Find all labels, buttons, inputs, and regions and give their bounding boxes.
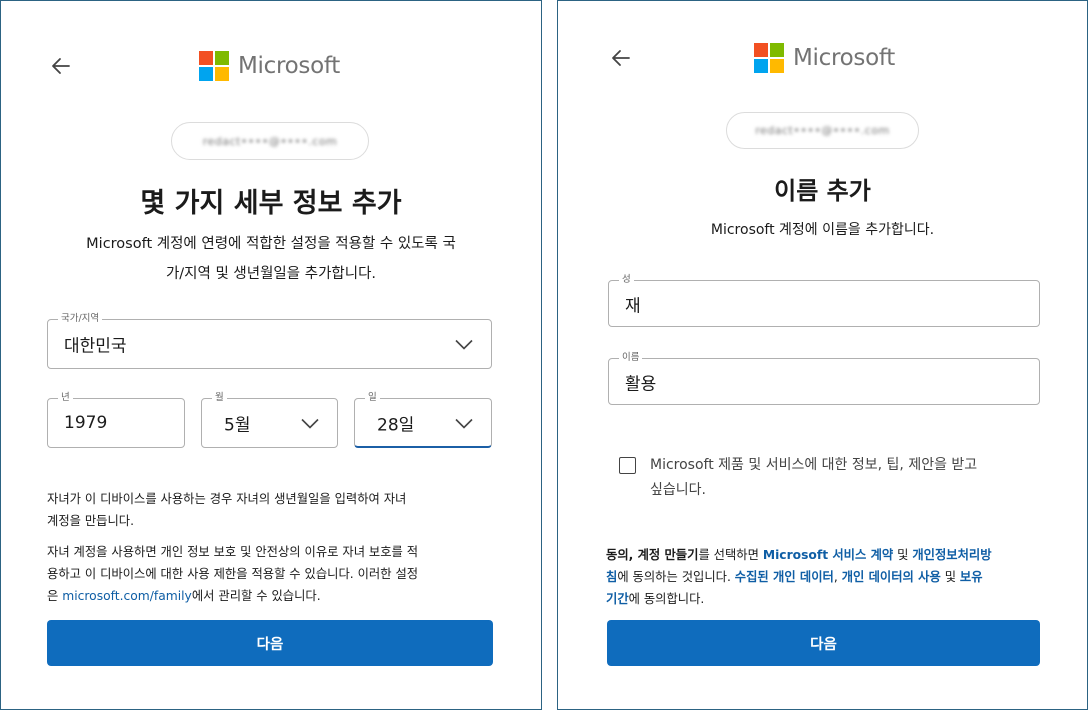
microsoft-logo: Microsoft xyxy=(754,43,895,73)
description-line: Microsoft 계정에 연령에 적합한 설정을 적용할 수 있도록 국 xyxy=(86,236,456,252)
first-name-label: 이름 xyxy=(619,351,643,365)
next-button[interactable]: 다음 xyxy=(607,620,1040,666)
note-line: 용하고 이 디바이스에 대한 사용 제한을 적용할 수 있습니다. 이러한 설정 xyxy=(47,567,419,581)
consent-text-part: 및 xyxy=(893,548,913,562)
family-safety-note: 자녀 계정을 사용하면 개인 정보 보호 및 안전상의 이유로 자녀 보호를 적… xyxy=(47,541,517,607)
next-button[interactable]: 다음 xyxy=(47,620,493,666)
checkbox-label-line: Microsoft 제품 및 서비스에 대한 정보, 팁, 제안을 받고 xyxy=(650,457,978,473)
consent-text-part: 를 선택하면 xyxy=(698,548,763,562)
page-description: Microsoft 계정에 이름을 추가합니다. xyxy=(710,222,935,238)
birth-year-input[interactable]: 년 1979 xyxy=(47,391,185,448)
note-text: 은 xyxy=(47,589,63,603)
last-name-input[interactable]: 성 재 xyxy=(608,273,1040,327)
day-label: 일 xyxy=(365,391,380,405)
microsoft-logo-icon xyxy=(754,43,784,73)
birthdate-panel: Microsoft redact••••@••••.com 몇 가지 세부 정보… xyxy=(0,0,542,710)
back-arrow-icon[interactable] xyxy=(607,44,635,72)
consent-line: 동의, 계정 만들기를 선택하면 Microsoft 서비스 계약 및 개인정보… xyxy=(606,544,1046,566)
country-value: 대한민국 xyxy=(64,336,127,357)
year-label: 년 xyxy=(58,391,73,405)
consent-text-part: 에 동의합니다. xyxy=(628,592,705,606)
logo-wordmark: Microsoft xyxy=(793,45,895,71)
child-account-note: 자녀가 이 디바이스를 사용하는 경우 자녀의 생년월일을 입력하여 자녀 계정… xyxy=(47,488,507,532)
account-email-pill: redact••••@••••.com xyxy=(726,112,919,149)
description-line: 가/지역 및 생년월일을 추가합니다. xyxy=(165,266,377,282)
month-label: 월 xyxy=(212,391,227,405)
consent-text-part: 에 동의하는 것입니다. xyxy=(617,570,735,584)
page-description: Microsoft 계정에 연령에 적합한 설정을 적용할 수 있도록 국 가/… xyxy=(31,229,511,289)
chevron-down-icon xyxy=(301,414,319,433)
note-line: 자녀 계정을 사용하면 개인 정보 보호 및 안전상의 이유로 자녀 보호를 적 xyxy=(47,545,419,559)
account-email: redact••••@••••.com xyxy=(202,134,338,148)
note-text: 에서 관리할 수 있습니다. xyxy=(191,589,321,603)
account-email-pill: redact••••@••••.com xyxy=(171,122,369,160)
marketing-opt-in-checkbox[interactable] xyxy=(619,457,636,474)
birth-month-select[interactable]: 월 5월 xyxy=(201,391,338,448)
name-panel: Microsoft redact••••@••••.com 이름 추가 Micr… xyxy=(557,0,1088,710)
retention-period-link[interactable]: 보유 xyxy=(960,570,983,584)
chevron-down-icon xyxy=(455,335,473,354)
consent-bold: 동의, 계정 만들기 xyxy=(606,548,699,562)
privacy-policy-link[interactable]: 개인정보처리방 xyxy=(912,548,991,562)
note-line: 계정을 만듭니다. xyxy=(47,514,135,528)
note-line: 자녀가 이 디바이스를 사용하는 경우 자녀의 생년월일을 입력하여 자녀 xyxy=(47,492,407,506)
marketing-opt-in-label[interactable]: Microsoft 제품 및 서비스에 대한 정보, 팁, 제안을 받고 싶습니… xyxy=(650,453,1050,503)
page-title: 이름 추가 xyxy=(774,177,871,205)
retention-period-link-cont[interactable]: 기간 xyxy=(606,592,629,606)
family-link[interactable]: microsoft.com/family xyxy=(62,589,192,603)
note-line: 은 microsoft.com/family에서 관리할 수 있습니다. xyxy=(47,585,517,607)
consent-text-part: , xyxy=(833,570,842,584)
birth-day-select[interactable]: 일 28일 xyxy=(354,391,492,448)
privacy-policy-link-cont[interactable]: 침 xyxy=(606,570,617,584)
country-select[interactable]: 국가/지역 대한민국 xyxy=(47,312,492,369)
account-email: redact••••@••••.com xyxy=(755,124,890,137)
chevron-down-icon xyxy=(455,413,473,432)
day-value: 28일 xyxy=(377,415,415,435)
microsoft-logo: Microsoft xyxy=(199,51,340,81)
microsoft-logo-icon xyxy=(199,51,229,81)
consent-line: 침에 동의하는 것입니다. 수집된 개인 데이터, 개인 데이터의 사용 및 보… xyxy=(606,566,1046,588)
first-name-value: 활용 xyxy=(625,374,657,394)
last-name-value: 재 xyxy=(625,296,641,316)
country-label: 국가/지역 xyxy=(58,312,103,326)
consent-text: 동의, 계정 만들기를 선택하면 Microsoft 서비스 계약 및 개인정보… xyxy=(606,544,1046,610)
service-agreement-link[interactable]: Microsoft 서비스 계약 xyxy=(763,548,893,562)
consent-text-part: 및 xyxy=(940,570,960,584)
month-value: 5월 xyxy=(224,415,251,436)
first-name-input[interactable]: 이름 활용 xyxy=(608,351,1040,405)
checkbox-label-line: 싶습니다. xyxy=(650,482,706,498)
back-arrow-icon[interactable] xyxy=(47,52,75,80)
year-value: 1979 xyxy=(64,413,108,433)
consent-line: 기간에 동의합니다. xyxy=(606,588,1046,610)
data-usage-link[interactable]: 개인 데이터의 사용 xyxy=(842,570,941,584)
collected-data-link[interactable]: 수집된 개인 데이터 xyxy=(735,570,834,584)
page-title: 몇 가지 세부 정보 추가 xyxy=(140,188,402,219)
logo-wordmark: Microsoft xyxy=(238,53,340,79)
last-name-label: 성 xyxy=(619,273,634,287)
